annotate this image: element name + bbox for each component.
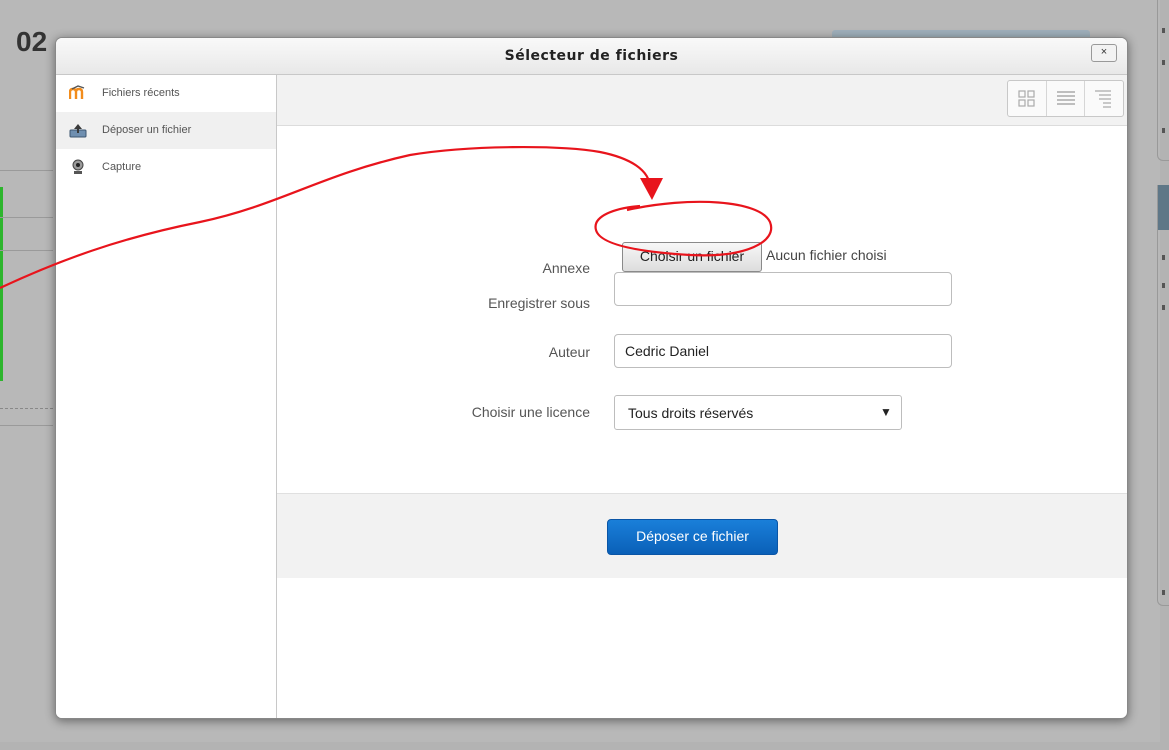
- attachment-label: Annexe: [542, 260, 590, 276]
- dialog-title: Sélecteur de fichiers: [504, 48, 679, 64]
- list-view-button[interactable]: [1046, 81, 1085, 116]
- background-right-tab: [1158, 185, 1169, 230]
- background-divider: [0, 425, 53, 426]
- repository-sidebar: Fichiers récents Déposer un fichier Capt…: [56, 75, 277, 718]
- license-select-value: Tous droits réservés: [628, 405, 754, 421]
- dialog-header: Sélecteur de fichiers ×: [56, 38, 1127, 75]
- background-dot: [1162, 255, 1165, 260]
- dropdown-arrow-icon: ▼: [880, 405, 892, 419]
- choose-file-button[interactable]: Choisir un fichier: [622, 242, 762, 272]
- background-divider: [0, 217, 53, 218]
- icons-view-button[interactable]: [1008, 81, 1046, 116]
- file-picker-dialog: Sélecteur de fichiers × Fichiers récents…: [55, 37, 1128, 719]
- background-dot: [1162, 28, 1165, 33]
- sidebar-item-recent-files[interactable]: Fichiers récents: [56, 75, 276, 112]
- background-divider: [0, 170, 53, 171]
- upload-icon: [69, 124, 87, 138]
- upload-form: Annexe Choisir un fichier Aucun fichier …: [277, 126, 1127, 526]
- author-label: Auteur: [548, 344, 590, 360]
- sidebar-item-label: Fichiers récents: [102, 87, 180, 99]
- view-toolbar: [277, 75, 1127, 126]
- sidebar-item-label: Capture: [102, 161, 142, 173]
- background-dot: [1162, 590, 1165, 595]
- sidebar-item-capture[interactable]: Capture: [56, 149, 276, 186]
- background-dot: [1162, 128, 1165, 133]
- tree-view-icon: [1095, 90, 1111, 108]
- close-button[interactable]: ×: [1091, 44, 1117, 62]
- background-right-panel: [1157, 185, 1169, 606]
- author-input[interactable]: [614, 334, 952, 368]
- background-right-panel: [1157, 0, 1169, 161]
- save-as-input[interactable]: [614, 272, 952, 306]
- sidebar-item-upload[interactable]: Déposer un fichier: [56, 112, 276, 149]
- list-view-icon: [1057, 91, 1075, 105]
- close-icon: ×: [1100, 46, 1108, 58]
- upload-file-button[interactable]: Déposer ce fichier: [607, 519, 778, 555]
- moodle-icon: [69, 85, 85, 99]
- icons-view-icon: [1018, 90, 1035, 107]
- background-dot: [1162, 283, 1165, 288]
- background-title: 02: [16, 26, 48, 57]
- tree-view-button[interactable]: [1084, 81, 1123, 116]
- license-select[interactable]: Tous droits réservés ▼: [614, 395, 902, 430]
- sidebar-item-label: Déposer un fichier: [102, 124, 192, 136]
- background-dot: [1162, 60, 1165, 65]
- background-divider: [0, 250, 53, 251]
- no-file-text: Aucun fichier choisi: [766, 247, 887, 263]
- background-divider: [0, 408, 53, 410]
- form-footer: Déposer ce fichier: [277, 493, 1127, 578]
- license-label: Choisir une licence: [471, 404, 590, 420]
- webcam-icon: [72, 159, 84, 174]
- view-switcher: [1007, 80, 1124, 117]
- background-dot: [1162, 305, 1165, 310]
- save-as-label: Enregistrer sous: [488, 295, 590, 311]
